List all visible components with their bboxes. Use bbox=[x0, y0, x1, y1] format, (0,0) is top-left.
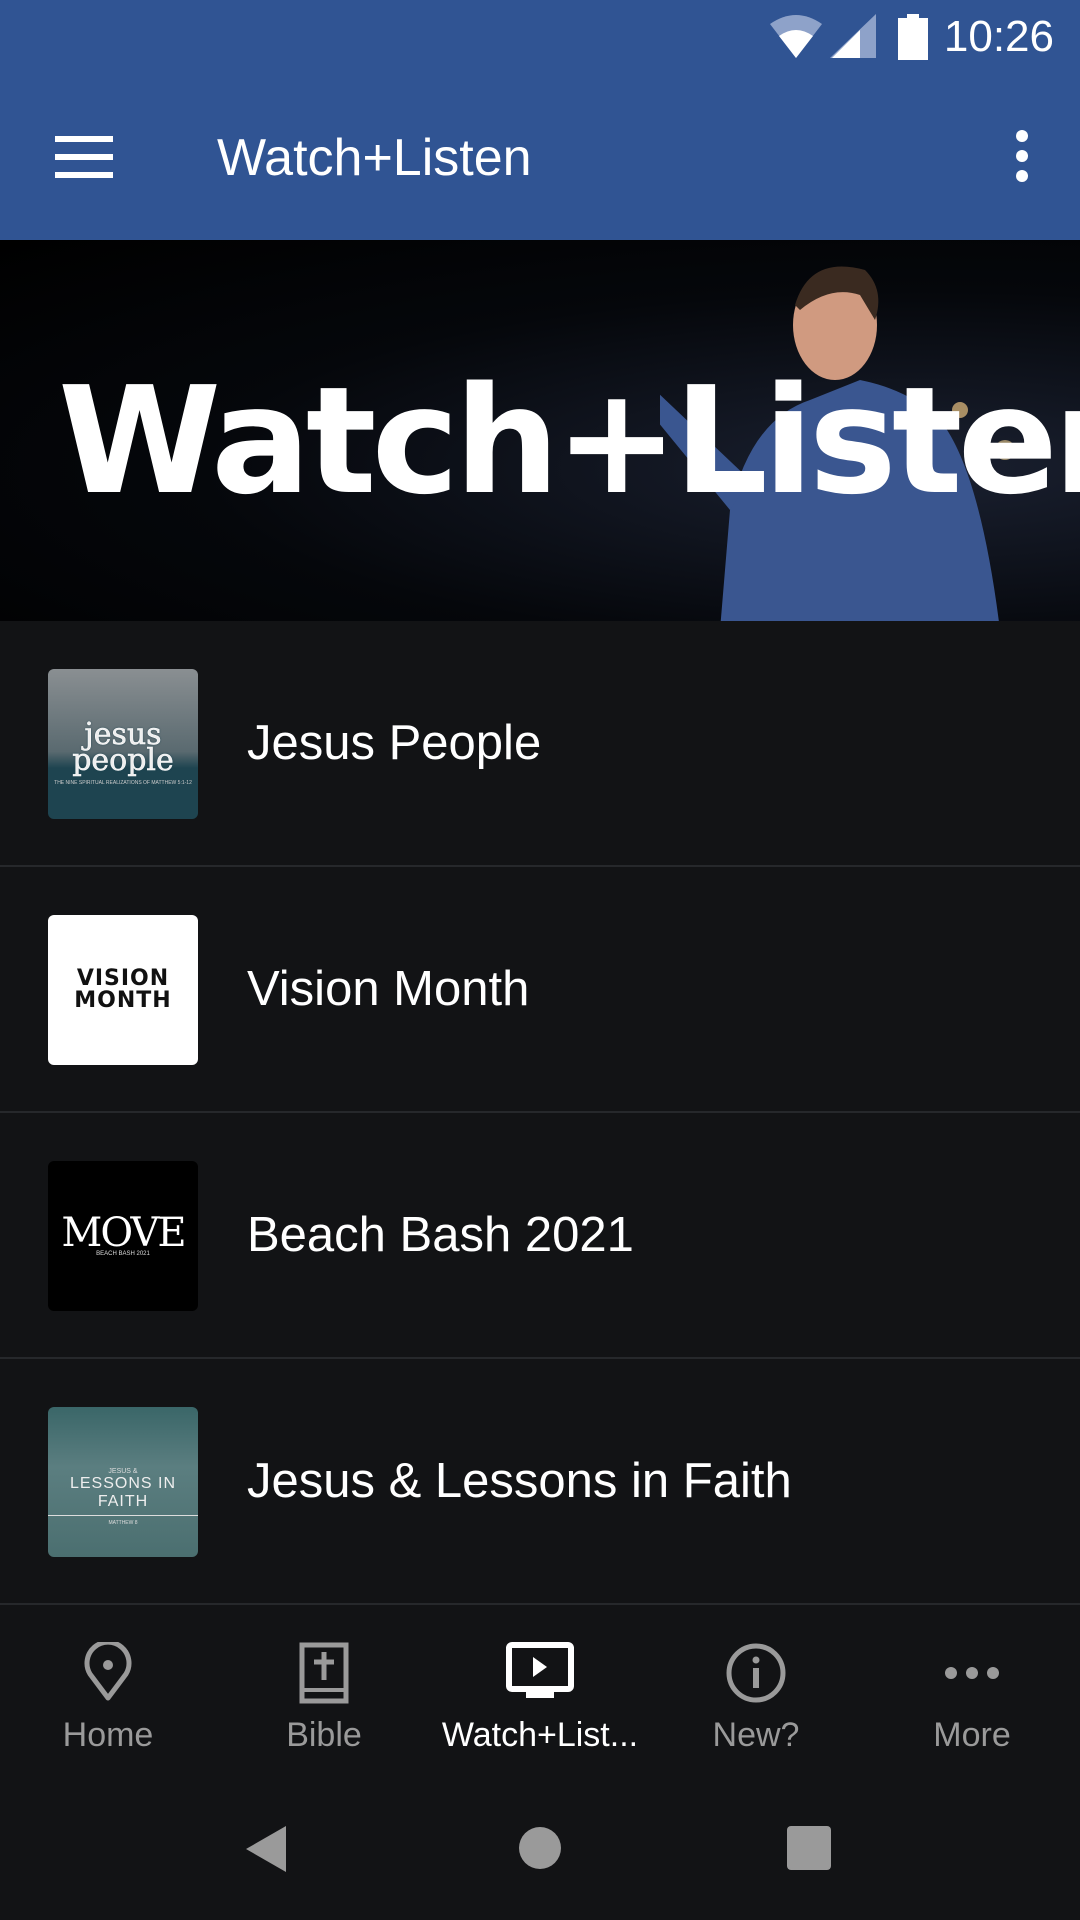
status-bar: 10:26 bbox=[0, 0, 1080, 78]
hero-banner: Watch+Listen bbox=[0, 240, 1080, 621]
series-title: Jesus & Lessons in Faith bbox=[247, 1454, 792, 1508]
nav-more[interactable]: More bbox=[864, 1606, 1080, 1770]
nav-watch-listen[interactable]: Watch+List... bbox=[432, 1606, 648, 1770]
bottom-navigation: Home Bible Watch+List... New? More bbox=[0, 1606, 1080, 1770]
nav-home[interactable]: Home bbox=[0, 1606, 216, 1770]
nav-label: Home bbox=[62, 1716, 154, 1754]
system-navigation-bar bbox=[0, 1770, 1080, 1920]
home-circle-icon[interactable] bbox=[518, 1826, 562, 1870]
thumbnail-logo-text: LESSONS IN FAITH bbox=[48, 1475, 198, 1516]
thumbnail-subtitle: BEACH BASH 2021 bbox=[96, 1251, 150, 1257]
bible-icon bbox=[299, 1642, 349, 1704]
series-thumbnail: jesus people THE NINE SPIRITUAL REALIZAT… bbox=[48, 669, 198, 819]
series-item-jesus-people[interactable]: jesus people THE NINE SPIRITUAL REALIZAT… bbox=[0, 621, 1080, 867]
nav-label: Watch+List... bbox=[441, 1716, 639, 1754]
thumbnail-pretitle: JESUS & bbox=[108, 1468, 138, 1475]
series-item-beach-bash-2021[interactable]: MOVE BEACH BASH 2021 Beach Bash 2021 bbox=[0, 1113, 1080, 1359]
page-title: Watch+Listen bbox=[217, 129, 532, 187]
series-title: Jesus People bbox=[247, 716, 542, 770]
nav-new[interactable]: New? bbox=[648, 1606, 864, 1770]
series-item-vision-month[interactable]: VISION MONTH Vision Month bbox=[0, 867, 1080, 1113]
thumbnail-subtitle: THE NINE SPIRITUAL REALIZATIONS OF MATTH… bbox=[54, 780, 192, 786]
more-horiz-icon bbox=[945, 1667, 999, 1679]
series-thumbnail: VISION MONTH bbox=[48, 915, 198, 1065]
series-item-jesus-lessons-in-faith[interactable]: JESUS & LESSONS IN FAITH MATTHEW 8 Jesus… bbox=[0, 1359, 1080, 1605]
recents-icon[interactable] bbox=[786, 1825, 832, 1871]
clock: 10:26 bbox=[943, 12, 1054, 61]
thumbnail-logo-text: VISION MONTH bbox=[74, 966, 172, 1013]
app-bar: Watch+Listen bbox=[0, 78, 1080, 240]
banner-title: Watch+Listen bbox=[58, 355, 1080, 527]
thumbnail-subtitle: MATTHEW 8 bbox=[108, 1520, 138, 1526]
thumbnail-logo-text: MOVE bbox=[61, 1210, 186, 1256]
signal-icon bbox=[830, 14, 876, 58]
tv-play-icon bbox=[506, 1642, 574, 1698]
wifi-icon bbox=[770, 15, 822, 58]
nav-bible[interactable]: Bible bbox=[216, 1606, 432, 1770]
hamburger-icon[interactable] bbox=[55, 136, 113, 178]
back-icon[interactable] bbox=[244, 1824, 288, 1874]
nav-label: More bbox=[933, 1716, 1011, 1754]
nav-label: New? bbox=[712, 1716, 800, 1754]
location-pin-icon bbox=[84, 1642, 132, 1701]
series-thumbnail: JESUS & LESSONS IN FAITH MATTHEW 8 bbox=[48, 1407, 198, 1557]
more-vert-icon[interactable] bbox=[1016, 130, 1030, 184]
series-thumbnail: MOVE BEACH BASH 2021 bbox=[48, 1161, 198, 1311]
thumbnail-logo-text: jesus people bbox=[72, 717, 174, 778]
series-title: Beach Bash 2021 bbox=[247, 1208, 634, 1262]
info-icon bbox=[726, 1643, 786, 1703]
series-title: Vision Month bbox=[247, 962, 530, 1016]
battery-icon bbox=[898, 14, 928, 60]
nav-label: Bible bbox=[286, 1716, 362, 1754]
